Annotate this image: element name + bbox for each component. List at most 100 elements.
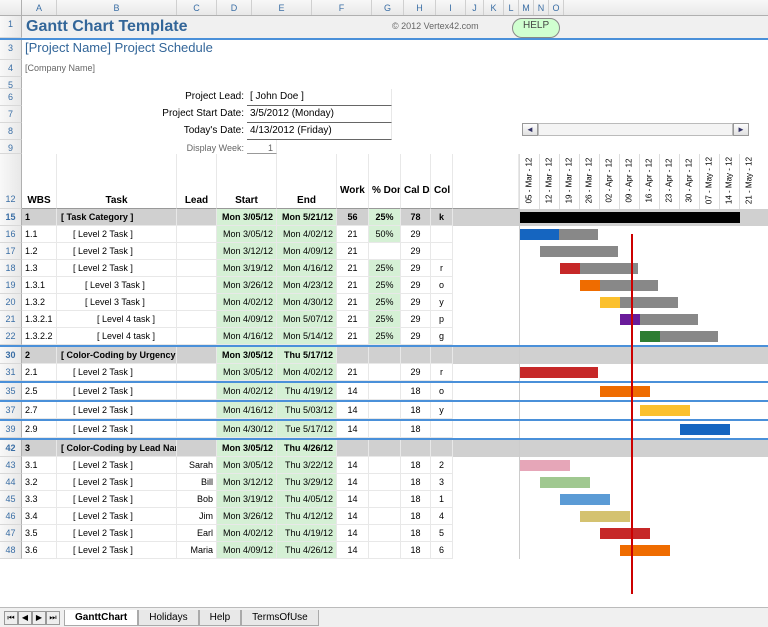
caldays-cell[interactable]: 18 bbox=[401, 525, 431, 542]
end-cell[interactable]: Thu 4/12/12 bbox=[277, 508, 337, 525]
caldays-cell[interactable]: 18 bbox=[401, 474, 431, 491]
row-37[interactable]: 37 bbox=[0, 402, 22, 419]
task-row[interactable]: 453.3[ Level 2 Task ]BobMon 3/19/12Thu 4… bbox=[0, 491, 768, 508]
lead-cell[interactable] bbox=[177, 347, 217, 364]
task-row[interactable]: 433.1[ Level 2 Task ]SarahMon 3/05/12Thu… bbox=[0, 457, 768, 474]
lead-cell[interactable] bbox=[177, 383, 217, 400]
row-12[interactable]: 12 bbox=[0, 154, 22, 209]
task-cell[interactable]: [ Level 2 Task ] bbox=[57, 402, 177, 419]
wbs-cell[interactable]: 2.7 bbox=[22, 402, 57, 419]
row-17[interactable]: 17 bbox=[0, 243, 22, 260]
pctdone-cell[interactable] bbox=[369, 440, 401, 457]
caldays-cell[interactable]: 29 bbox=[401, 294, 431, 311]
start-cell[interactable]: Mon 3/26/12 bbox=[217, 277, 277, 294]
task-row[interactable]: 483.6[ Level 2 Task ]MariaMon 4/09/12Thu… bbox=[0, 542, 768, 559]
end-cell[interactable]: Mon 5/07/12 bbox=[277, 311, 337, 328]
color-cell[interactable] bbox=[431, 347, 453, 364]
task-cell[interactable]: [ Level 3 Task ] bbox=[57, 277, 177, 294]
pctdone-cell[interactable] bbox=[369, 421, 401, 438]
wbs-cell[interactable]: 3.5 bbox=[22, 525, 57, 542]
row-18[interactable]: 18 bbox=[0, 260, 22, 277]
color-cell[interactable]: 6 bbox=[431, 542, 453, 559]
pctdone-cell[interactable]: 25% bbox=[369, 311, 401, 328]
task-row[interactable]: 201.3.2[ Level 3 Task ]Mon 4/02/12Mon 4/… bbox=[0, 294, 768, 311]
caldays-cell[interactable]: 18 bbox=[401, 491, 431, 508]
row-44[interactable]: 44 bbox=[0, 474, 22, 491]
row-31[interactable]: 31 bbox=[0, 364, 22, 381]
caldays-cell[interactable]: 29 bbox=[401, 243, 431, 260]
task-cell[interactable]: [ Level 2 Task ] bbox=[57, 491, 177, 508]
lead-cell[interactable]: Earl bbox=[177, 525, 217, 542]
help-button[interactable]: HELP bbox=[512, 18, 560, 38]
col-F[interactable]: F bbox=[312, 0, 372, 15]
row-22[interactable]: 22 bbox=[0, 328, 22, 345]
end-cell[interactable]: Mon 4/02/12 bbox=[277, 226, 337, 243]
wbs-cell[interactable]: 1.3.2.1 bbox=[22, 311, 57, 328]
pctdone-cell[interactable]: 25% bbox=[369, 294, 401, 311]
lead-cell[interactable]: Maria bbox=[177, 542, 217, 559]
row-42[interactable]: 42 bbox=[0, 440, 22, 457]
color-cell[interactable] bbox=[431, 421, 453, 438]
row-8[interactable]: 8 bbox=[0, 123, 22, 140]
workdays-cell[interactable] bbox=[337, 347, 369, 364]
col-M[interactable]: M bbox=[519, 0, 534, 15]
wbs-cell[interactable]: 2 bbox=[22, 347, 57, 364]
lead-cell[interactable] bbox=[177, 328, 217, 345]
scroll-right-button[interactable]: ► bbox=[733, 123, 749, 136]
start-cell[interactable]: Mon 3/05/12 bbox=[217, 364, 277, 381]
lead-cell[interactable] bbox=[177, 440, 217, 457]
workdays-cell[interactable]: 14 bbox=[337, 383, 369, 400]
col-O[interactable]: O bbox=[549, 0, 564, 15]
task-row[interactable]: 191.3.1[ Level 3 Task ]Mon 3/26/12Mon 4/… bbox=[0, 277, 768, 294]
task-cell[interactable]: [ Level 4 task ] bbox=[57, 328, 177, 345]
wbs-cell[interactable]: 3.1 bbox=[22, 457, 57, 474]
lead-cell[interactable]: Sarah bbox=[177, 457, 217, 474]
start-cell[interactable]: Mon 3/05/12 bbox=[217, 457, 277, 474]
pctdone-cell[interactable] bbox=[369, 542, 401, 559]
end-cell[interactable]: Mon 4/23/12 bbox=[277, 277, 337, 294]
workdays-cell[interactable] bbox=[337, 440, 369, 457]
lead-cell[interactable]: Bob bbox=[177, 491, 217, 508]
color-cell[interactable]: 3 bbox=[431, 474, 453, 491]
task-cell[interactable]: [ Level 2 Task ] bbox=[57, 457, 177, 474]
workdays-cell[interactable]: 21 bbox=[337, 328, 369, 345]
task-row[interactable]: 352.5[ Level 2 Task ]Mon 4/02/12Thu 4/19… bbox=[0, 383, 768, 400]
pctdone-cell[interactable] bbox=[369, 491, 401, 508]
end-cell[interactable]: Tue 5/17/12 bbox=[277, 421, 337, 438]
caldays-cell[interactable]: 18 bbox=[401, 508, 431, 525]
task-row[interactable]: 302[ Color-Coding by Urgency ]Mon 3/05/1… bbox=[0, 347, 768, 364]
color-cell[interactable]: o bbox=[431, 277, 453, 294]
row-39[interactable]: 39 bbox=[0, 421, 22, 438]
workdays-cell[interactable]: 21 bbox=[337, 364, 369, 381]
caldays-cell[interactable]: 18 bbox=[401, 402, 431, 419]
start-cell[interactable]: Mon 3/26/12 bbox=[217, 508, 277, 525]
caldays-cell[interactable]: 29 bbox=[401, 328, 431, 345]
lead-cell[interactable] bbox=[177, 243, 217, 260]
color-cell[interactable]: r bbox=[431, 364, 453, 381]
end-cell[interactable]: Mon 5/21/12 bbox=[277, 209, 337, 226]
tab-holidays[interactable]: Holidays bbox=[138, 610, 198, 626]
col-C[interactable]: C bbox=[177, 0, 217, 15]
row-5[interactable]: 5 bbox=[0, 77, 22, 89]
pctdone-cell[interactable] bbox=[369, 243, 401, 260]
color-cell[interactable]: r bbox=[431, 260, 453, 277]
end-cell[interactable]: Thu 4/05/12 bbox=[277, 491, 337, 508]
start-cell[interactable]: Mon 3/19/12 bbox=[217, 260, 277, 277]
row-16[interactable]: 16 bbox=[0, 226, 22, 243]
col-A[interactable]: A bbox=[22, 0, 57, 15]
color-cell[interactable]: g bbox=[431, 328, 453, 345]
row-20[interactable]: 20 bbox=[0, 294, 22, 311]
start-cell[interactable]: Mon 4/30/12 bbox=[217, 421, 277, 438]
lead-cell[interactable] bbox=[177, 311, 217, 328]
start-cell[interactable]: Mon 3/05/12 bbox=[217, 226, 277, 243]
caldays-cell[interactable]: 78 bbox=[401, 209, 431, 226]
end-cell[interactable]: Mon 5/14/12 bbox=[277, 328, 337, 345]
task-row[interactable]: 463.4[ Level 2 Task ]JimMon 3/26/12Thu 4… bbox=[0, 508, 768, 525]
row-1[interactable]: 1 bbox=[0, 16, 22, 38]
workdays-cell[interactable]: 14 bbox=[337, 508, 369, 525]
pctdone-cell[interactable] bbox=[369, 457, 401, 474]
pctdone-cell[interactable]: 25% bbox=[369, 209, 401, 226]
end-cell[interactable]: Thu 4/26/12 bbox=[277, 440, 337, 457]
row-7[interactable]: 7 bbox=[0, 106, 22, 123]
task-cell[interactable]: [ Task Category ] bbox=[57, 209, 177, 226]
